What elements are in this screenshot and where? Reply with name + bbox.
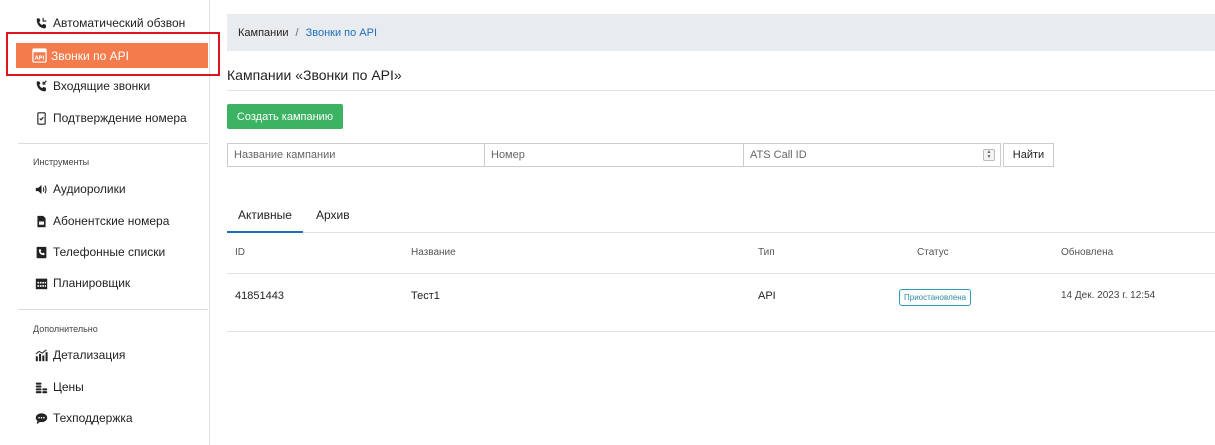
campaign-name-input[interactable] — [227, 143, 485, 167]
breadcrumb-separator: / — [295, 26, 299, 39]
section-title-tools: Инструменты — [33, 157, 90, 167]
section-title-extra: Дополнительно — [33, 324, 98, 334]
tab-active-indicator — [227, 231, 303, 233]
phone-icon — [34, 16, 48, 30]
sidebar-item-label: Техподдержка — [53, 411, 133, 425]
sidebar-item-label: Аудиоролики — [53, 182, 126, 196]
sidebar-item-label: Подтверждение номера — [53, 111, 187, 125]
sidebar-item-label: Входящие звонки — [53, 79, 151, 93]
title-divider — [227, 90, 1215, 91]
create-campaign-button[interactable]: Создать кампанию — [227, 104, 343, 129]
sidebar-item-label: Телефонные списки — [53, 245, 166, 259]
sidebar-item-label: Планировщик — [53, 276, 131, 290]
column-header-updated: Обновлена — [1061, 247, 1114, 258]
sidebar-item-number-confirm[interactable]: Подтверждение номера — [34, 107, 187, 129]
api-icon: API — [32, 48, 47, 63]
cell-name[interactable]: Тест1 — [411, 290, 440, 302]
breadcrumb: Кампании / Звонки по API — [227, 14, 1215, 51]
page-title: Кампании «Звонки по API» — [227, 67, 402, 83]
sidebar-item-audio[interactable]: Аудиоролики — [34, 178, 126, 200]
phone-check-icon — [34, 111, 48, 125]
status-badge: Приостановлена — [899, 289, 972, 306]
coins-icon — [34, 380, 48, 394]
sidebar-item-incoming-calls[interactable]: Входящие звонки — [34, 75, 150, 97]
chat-icon — [34, 411, 48, 425]
table-row-divider — [227, 331, 1215, 332]
cell-type: API — [758, 290, 776, 302]
sidebar-item-label: Детализация — [53, 348, 126, 362]
column-header-status: Статус — [917, 247, 949, 258]
sidebar-item-prices[interactable]: Цены — [34, 376, 84, 398]
column-header-name: Название — [411, 247, 456, 258]
breadcrumb-root[interactable]: Кампании — [238, 27, 289, 39]
number-spinner[interactable]: ▲ ▼ — [983, 149, 995, 161]
number-input[interactable] — [484, 143, 744, 167]
sidebar-item-subscriber-numbers[interactable]: Абонентские номера — [34, 210, 169, 232]
sidebar-item-scheduler[interactable]: Планировщик — [34, 272, 130, 294]
sidebar-item-label: Звонки по API — [51, 48, 129, 63]
sidebar-item-label: Автоматический обзвон — [53, 16, 186, 30]
incoming-phone-icon — [34, 79, 48, 93]
sidebar-divider — [18, 143, 208, 144]
breadcrumb-current[interactable]: Звонки по API — [306, 27, 377, 39]
sim-card-icon — [34, 214, 48, 228]
tab-archive[interactable]: Архив — [316, 208, 350, 222]
spinner-down-icon[interactable]: ▼ — [987, 155, 992, 160]
svg-text:API: API — [35, 56, 45, 62]
sidebar-item-api-calls[interactable]: API Звонки по API — [16, 43, 208, 68]
cell-updated: 14 Дек. 2023 г. 12:54 — [1061, 290, 1156, 301]
tabs-divider — [227, 232, 1215, 233]
column-header-type: Тип — [758, 247, 775, 258]
sidebar-item-support[interactable]: Техподдержка — [34, 407, 133, 429]
chart-icon — [34, 348, 48, 362]
sidebar: Автоматический обзвон API Звонки по API … — [0, 0, 210, 445]
sidebar-item-phone-lists[interactable]: Телефонные списки — [34, 241, 165, 263]
sidebar-item-auto-dial[interactable]: Автоматический обзвон — [34, 12, 185, 34]
phone-book-icon — [34, 245, 48, 259]
sidebar-item-label: Абонентские номера — [53, 214, 170, 228]
column-header-id: ID — [235, 247, 245, 258]
table-header-divider — [227, 273, 1215, 274]
find-button[interactable]: Найти — [1003, 143, 1054, 167]
sidebar-item-details[interactable]: Детализация — [34, 344, 125, 366]
calendar-icon — [34, 276, 48, 290]
tab-active[interactable]: Активные — [238, 208, 292, 222]
sidebar-divider — [18, 309, 208, 310]
cell-id: 41851443 — [235, 290, 284, 302]
ats-call-id-input[interactable] — [743, 143, 1001, 167]
sidebar-item-label: Цены — [53, 380, 84, 394]
speaker-icon — [34, 182, 48, 196]
